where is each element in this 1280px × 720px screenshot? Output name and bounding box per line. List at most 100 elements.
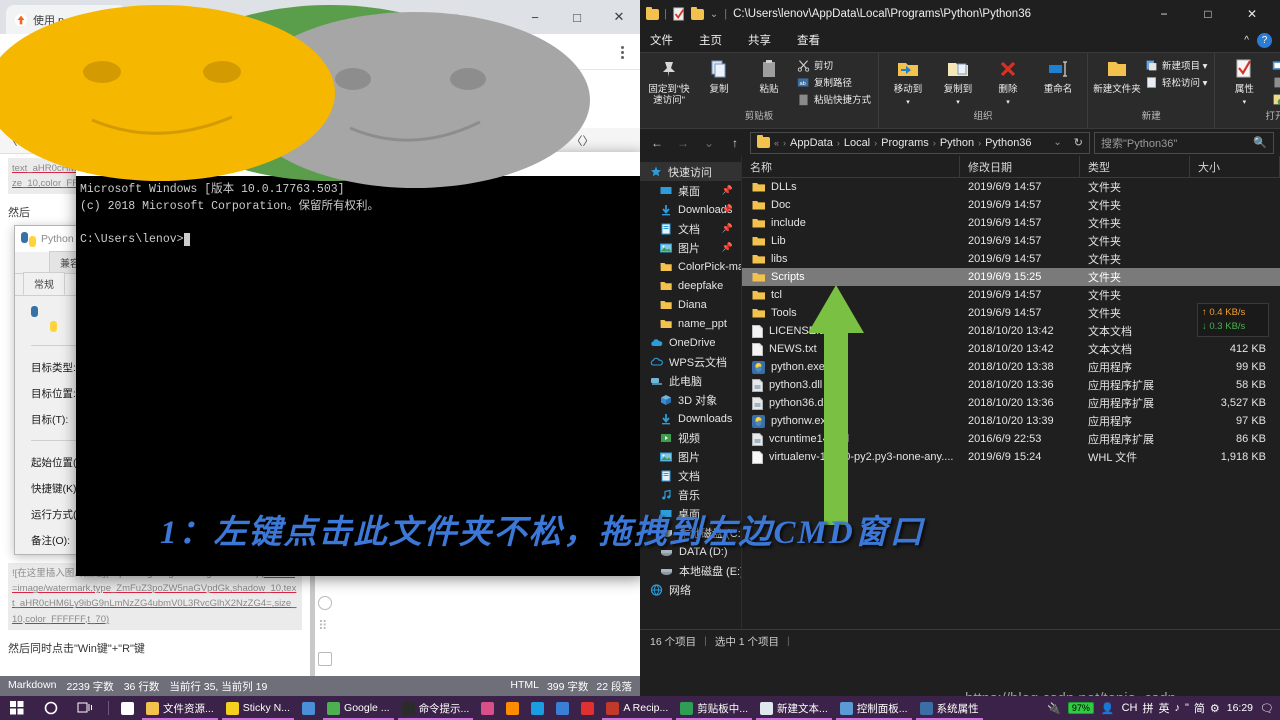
new-folder-icon[interactable] bbox=[690, 6, 704, 20]
back-arrow-icon[interactable]: ‹ bbox=[8, 41, 30, 63]
people-icon[interactable]: 👤 bbox=[1101, 702, 1115, 715]
start-button[interactable] bbox=[0, 696, 34, 720]
menu-file[interactable]: 文件 bbox=[650, 32, 673, 48]
pin-icon[interactable]: 📌 bbox=[722, 204, 733, 215]
breadcrumb-dropdown-icon[interactable]: ⌄ bbox=[1053, 137, 1061, 148]
sidebar-item[interactable]: 图片 bbox=[640, 447, 741, 466]
forward-button[interactable]: → bbox=[672, 132, 694, 154]
explorer-navigation-pane[interactable]: 快速访问桌面📌Downloads📌文档📌图片📌ColorPick-masterd… bbox=[640, 156, 742, 629]
browser-tab-1[interactable] bbox=[130, 5, 280, 34]
move-to-button[interactable]: 移动到 ▾ bbox=[883, 56, 933, 108]
refresh-icon[interactable]: ↻ bbox=[1074, 136, 1083, 149]
taskbar-app-button[interactable]: 文件资源... bbox=[140, 696, 220, 720]
sidebar-item[interactable]: Downloads bbox=[640, 409, 741, 428]
cmd-console-output[interactable]: Microsoft Windows [版本 10.0.17763.503] (c… bbox=[76, 176, 644, 255]
sidebar-item[interactable]: 视频 bbox=[640, 428, 741, 447]
kebab-menu-icon[interactable] bbox=[612, 41, 632, 63]
taskbar-app-button[interactable] bbox=[296, 696, 321, 720]
ime-settings-icon[interactable]: ⚙ bbox=[1210, 702, 1220, 715]
minimize-button[interactable]: − bbox=[1142, 0, 1186, 28]
tab-general[interactable]: 常规 bbox=[23, 272, 65, 295]
maximize-button[interactable]: □ bbox=[1186, 0, 1230, 28]
taskbar-app-button[interactable] bbox=[115, 696, 140, 720]
sidebar-item[interactable]: 图片 📌 bbox=[640, 238, 741, 257]
table-row[interactable]: DLLs 2019/6/9 14:57 文件夹 bbox=[742, 178, 1280, 196]
table-row[interactable]: libs 2019/6/9 14:57 文件夹 bbox=[742, 250, 1280, 268]
ime-indicator[interactable]: CH 拼 英 ♪ " 简 ⚙ bbox=[1122, 700, 1220, 716]
taskbar-app-button[interactable]: 系统属性 bbox=[914, 696, 985, 720]
easy-access-button[interactable]: 轻松访问 ▾ bbox=[1145, 75, 1207, 89]
sidebar-item[interactable]: 本地磁盘 (E:) bbox=[640, 561, 741, 580]
code-button[interactable]: 〈〉 bbox=[571, 133, 594, 149]
paste-shortcut-button[interactable]: 粘贴快捷方式 bbox=[797, 92, 871, 106]
browser-tab-0[interactable]: 使用 p bbox=[6, 5, 126, 34]
quote-button[interactable]: ” bbox=[493, 135, 497, 147]
column-header-name[interactable]: 名称 bbox=[742, 155, 960, 178]
taskbar-app-button[interactable] bbox=[550, 696, 575, 720]
taskbar-app-button[interactable]: A Recip... bbox=[600, 696, 674, 720]
breadcrumb[interactable]: « › AppData › Local › Programs › Python … bbox=[750, 131, 1090, 154]
sidebar-item[interactable]: Diana bbox=[640, 295, 741, 314]
column-header-type[interactable]: 类型 bbox=[1080, 155, 1190, 178]
taskbar-app-button[interactable]: 新建文本... bbox=[754, 696, 834, 720]
up-button[interactable]: ↑ bbox=[724, 132, 746, 154]
search-input[interactable]: 搜索"Python36" 🔍 bbox=[1094, 131, 1274, 154]
chevron-up-icon[interactable]: ^ bbox=[1244, 35, 1249, 46]
copy-path-button[interactable]: ab 复制路径 bbox=[797, 75, 871, 89]
sidebar-item[interactable]: 3D 对象 bbox=[640, 390, 741, 409]
creation-center-link[interactable]: 〈 创作中心 bbox=[6, 133, 67, 149]
rename-button[interactable]: 重命名 bbox=[1033, 56, 1083, 95]
properties-check-icon[interactable] bbox=[672, 7, 686, 21]
new-item-button[interactable]: 新建项目 ▾ bbox=[1145, 58, 1207, 72]
breadcrumb-item-python36[interactable]: Python36 bbox=[985, 137, 1031, 149]
breadcrumb-item-programs[interactable]: Programs bbox=[881, 137, 929, 149]
sidebar-item[interactable]: name_ppt bbox=[640, 314, 741, 333]
menu-view[interactable]: 查看 bbox=[797, 32, 820, 48]
menu-home[interactable]: 主页 bbox=[699, 32, 722, 48]
copy-button[interactable]: 复制 bbox=[694, 56, 744, 95]
history-button[interactable]: 历史记录 bbox=[1272, 92, 1280, 106]
taskbar-app-button[interactable]: 剪贴板中... bbox=[674, 696, 754, 720]
browser-tab-2[interactable] bbox=[284, 5, 434, 34]
sidebar-item[interactable]: deepfake bbox=[640, 276, 741, 295]
taskbar-app-button[interactable]: 控制面板... bbox=[834, 696, 914, 720]
new-folder-button[interactable]: 新建文件夹 bbox=[1092, 56, 1142, 95]
taskbar-clock[interactable]: 16:29 bbox=[1227, 702, 1253, 714]
taskbar-app-button[interactable] bbox=[475, 696, 500, 720]
sidebar-item[interactable]: 桌面 📌 bbox=[640, 181, 741, 200]
open-button[interactable]: 打开 ▾ bbox=[1272, 58, 1280, 72]
sidebar-item[interactable]: 文档 bbox=[640, 466, 741, 485]
pin-to-quick-access-button[interactable]: 固定到"快速访问" bbox=[644, 56, 694, 106]
properties-button[interactable]: 属性 ▾ bbox=[1219, 56, 1269, 108]
cut-button[interactable]: 剪切 bbox=[797, 58, 871, 72]
menu-share[interactable]: 共享 bbox=[748, 32, 771, 48]
sidebar-item[interactable]: 文档 📌 bbox=[640, 219, 741, 238]
preview-toggle-icon[interactable] bbox=[318, 652, 332, 666]
table-row[interactable]: Scripts 2019/6/9 15:25 文件夹 bbox=[742, 268, 1280, 286]
sidebar-item[interactable]: 网络 bbox=[640, 580, 741, 599]
sidebar-item[interactable]: OneDrive bbox=[640, 333, 741, 352]
pin-icon[interactable]: 📌 bbox=[722, 242, 733, 253]
table-row[interactable]: Doc 2019/6/9 14:57 文件夹 bbox=[742, 196, 1280, 214]
back-button[interactable]: ← bbox=[646, 132, 668, 154]
pin-icon[interactable]: 📌 bbox=[722, 185, 733, 196]
sidebar-item[interactable]: Downloads 📌 bbox=[640, 200, 741, 219]
edit-button[interactable]: 编辑 bbox=[1272, 75, 1280, 89]
drag-handle-icon[interactable] bbox=[318, 618, 332, 638]
sidebar-item[interactable]: 快速访问 bbox=[640, 162, 741, 181]
table-row[interactable]: include 2019/6/9 14:57 文件夹 bbox=[742, 214, 1280, 232]
notification-icon[interactable]: 🗨 bbox=[1260, 702, 1274, 715]
maximize-button[interactable]: □ bbox=[556, 0, 598, 34]
battery-indicator[interactable]: 97% bbox=[1067, 702, 1094, 714]
sidebar-item[interactable]: WPS云文档 bbox=[640, 352, 741, 371]
cortana-button[interactable] bbox=[34, 696, 68, 720]
copy-to-button[interactable]: 复制到 ▾ bbox=[933, 56, 983, 108]
minimize-button[interactable]: − bbox=[514, 0, 556, 34]
plug-icon[interactable]: 🔌 bbox=[1047, 702, 1061, 715]
sidebar-item[interactable]: 此电脑 bbox=[640, 371, 741, 390]
breadcrumb-item-local[interactable]: Local bbox=[844, 137, 870, 149]
taskbar-app-button[interactable] bbox=[525, 696, 550, 720]
taskbar-app-button[interactable] bbox=[575, 696, 600, 720]
task-view-button[interactable] bbox=[68, 696, 102, 720]
help-icon[interactable]: ? bbox=[1257, 32, 1272, 48]
